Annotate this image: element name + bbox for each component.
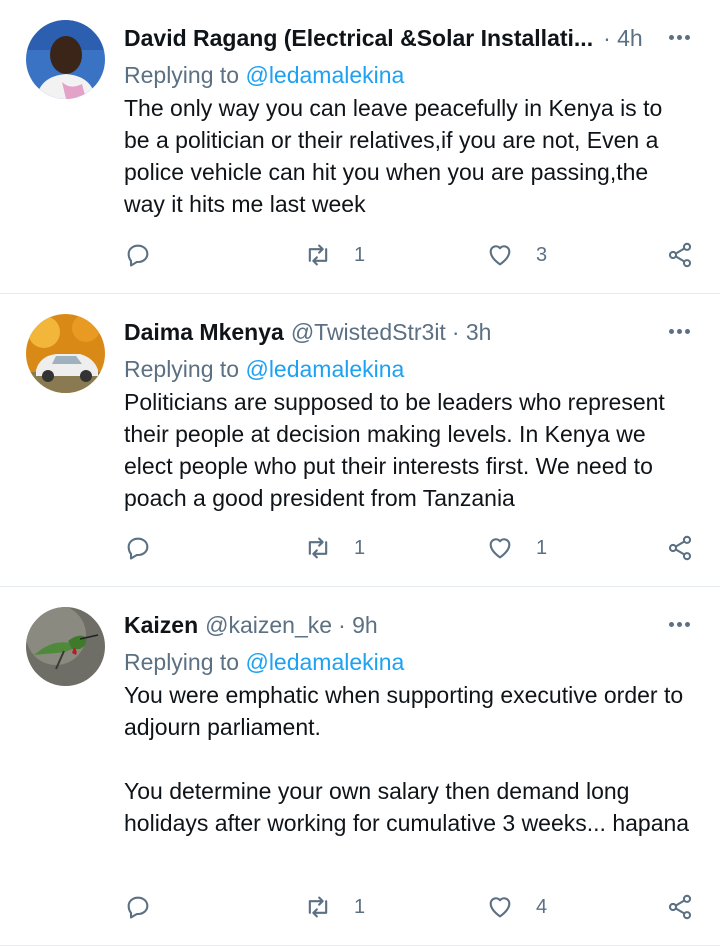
action-bar: 1 4 (124, 893, 694, 923)
like-icon (489, 897, 511, 918)
like-count: 3 (536, 243, 548, 266)
display-name[interactable]: Kaizen (124, 612, 198, 639)
tweet-header: Daima Mkenya @TwistedStr3it · 3h (124, 312, 694, 352)
action-bar: 1 3 (124, 241, 694, 271)
tweet-text: The only way you can leave peacefully in… (124, 95, 669, 217)
replying-to: Replying to @ledamalekina (124, 352, 694, 386)
replying-to-label: Replying to (124, 649, 240, 675)
timestamp[interactable]: · 9h (338, 612, 378, 639)
more-icon (668, 328, 674, 334)
tweet[interactable]: Kaizen @kaizen_ke · 9h Replying to @leda… (0, 587, 720, 946)
reply-button[interactable] (124, 534, 152, 562)
retweet-button[interactable]: 1 (304, 534, 365, 562)
retweet-count: 1 (354, 536, 366, 559)
more-options-button[interactable] (664, 316, 694, 346)
retweet-icon (308, 537, 328, 559)
reply-icon (127, 896, 149, 919)
retweet-icon (308, 896, 328, 918)
handle[interactable]: @kaizen_ke (205, 612, 332, 639)
like-icon (489, 245, 511, 266)
timestamp[interactable]: · 4h (603, 25, 643, 52)
more-options-button[interactable] (664, 22, 694, 52)
avatar[interactable] (26, 314, 105, 393)
more-options-button[interactable] (664, 609, 694, 639)
retweet-icon (308, 244, 328, 266)
like-icon (489, 538, 511, 559)
avatar[interactable] (26, 20, 105, 99)
share-button[interactable] (666, 893, 694, 921)
reply-feed: David Ragang (Electrical &Solar Installa… (0, 0, 720, 946)
like-count: 4 (536, 895, 548, 918)
timestamp[interactable]: · 3h (452, 319, 492, 346)
share-icon (668, 242, 692, 268)
avatar[interactable] (26, 607, 105, 686)
more-icon (668, 621, 674, 627)
replying-to-label: Replying to (124, 62, 240, 88)
handle[interactable]: @TwistedStr3it (291, 319, 446, 346)
retweet-button[interactable]: 1 (304, 893, 365, 921)
tweet[interactable]: Daima Mkenya @TwistedStr3it · 3h Replyin… (0, 294, 720, 587)
display-name[interactable]: Daima Mkenya (124, 319, 284, 346)
tweet-text: You were emphatic when supporting execut… (124, 682, 690, 836)
reply-button[interactable] (124, 893, 152, 921)
share-button[interactable] (666, 241, 694, 269)
reply-icon (127, 537, 149, 560)
like-button[interactable]: 1 (486, 534, 547, 562)
tweet-text: Politicians are supposed to be leaders w… (124, 389, 672, 511)
like-button[interactable]: 3 (486, 241, 547, 269)
tweet-header: Kaizen @kaizen_ke · 9h (124, 605, 694, 645)
reply-icon (127, 244, 149, 267)
tweet[interactable]: David Ragang (Electrical &Solar Installa… (0, 0, 720, 294)
retweet-count: 1 (354, 243, 366, 266)
retweet-count: 1 (354, 895, 366, 918)
like-button[interactable]: 4 (486, 893, 547, 921)
reply-button[interactable] (124, 241, 152, 269)
share-icon (668, 535, 692, 561)
mention-link[interactable]: @ledamalekina (245, 62, 404, 88)
replying-to: Replying to @ledamalekina (124, 58, 694, 92)
tweet-header: David Ragang (Electrical &Solar Installa… (124, 18, 694, 58)
share-button[interactable] (666, 534, 694, 562)
mention-link[interactable]: @ledamalekina (245, 649, 404, 675)
display-name[interactable]: David Ragang (Electrical &Solar Installa… (124, 25, 593, 52)
share-icon (668, 894, 692, 920)
like-count: 1 (536, 536, 548, 559)
more-icon (668, 34, 674, 40)
action-bar: 1 1 (124, 534, 694, 564)
mention-link[interactable]: @ledamalekina (245, 356, 404, 382)
retweet-button[interactable]: 1 (304, 241, 365, 269)
replying-to: Replying to @ledamalekina (124, 645, 694, 679)
replying-to-label: Replying to (124, 356, 240, 382)
